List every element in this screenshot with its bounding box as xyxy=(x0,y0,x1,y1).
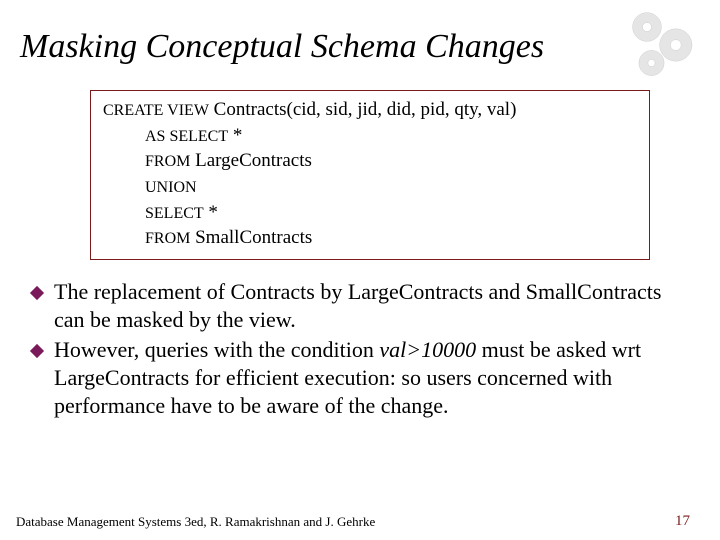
code-view-signature: Contracts(cid, sid, jid, did, pid, qty, … xyxy=(209,99,516,120)
bullet-list: The replacement of Contracts by LargeCon… xyxy=(0,278,720,421)
slide-title: Masking Conceptual Schema Changes xyxy=(0,0,720,76)
bullet-text-1: The replacement of Contracts by LargeCon… xyxy=(54,278,696,334)
keyword-from-1: FROM xyxy=(145,153,190,170)
footer-citation: Database Management Systems 3ed, R. Rama… xyxy=(16,514,375,530)
code-block: CREATE VIEW Contracts(cid, sid, jid, did… xyxy=(90,90,650,260)
keyword-as-select: AS SELECT xyxy=(145,128,228,145)
bullet-text-2: However, queries with the condition val>… xyxy=(54,336,696,420)
keyword-create-view: CREATE VIEW xyxy=(103,102,209,119)
keyword-select-2: SELECT xyxy=(145,205,204,222)
bullet-2-italic: val>10000 xyxy=(379,337,476,362)
keyword-from-2: FROM xyxy=(145,230,190,247)
code-table-2: SmallContracts xyxy=(190,227,312,248)
page-number: 17 xyxy=(675,513,690,530)
bullet-icon xyxy=(30,344,44,358)
code-star-2: * xyxy=(204,202,218,223)
keyword-union: UNION xyxy=(145,179,197,196)
code-table-1: LargeContracts xyxy=(190,150,312,171)
list-item: However, queries with the condition val>… xyxy=(32,336,696,420)
bullet-icon xyxy=(30,286,44,300)
bullet-2-part-a: However, queries with the condition xyxy=(54,337,379,362)
code-star-1: * xyxy=(228,125,242,146)
gears-icon xyxy=(620,0,710,90)
list-item: The replacement of Contracts by LargeCon… xyxy=(32,278,696,334)
